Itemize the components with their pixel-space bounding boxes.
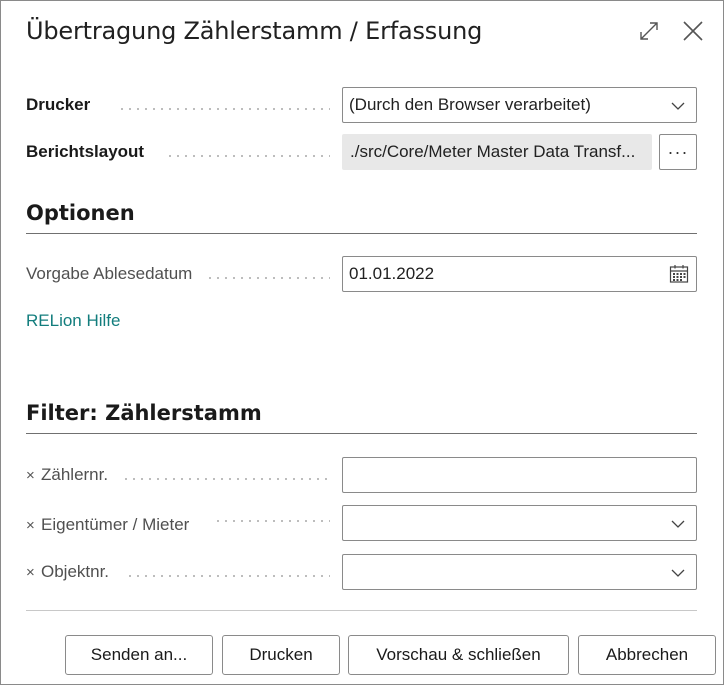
- preview-close-button[interactable]: Vorschau & schließen: [348, 635, 569, 675]
- calendar-icon[interactable]: [669, 264, 689, 284]
- filter-label: × Zählernr.: [26, 457, 108, 493]
- meter-no-filter-input[interactable]: [342, 457, 697, 493]
- remove-filter-icon[interactable]: ×: [26, 555, 38, 591]
- chevron-down-icon: [671, 520, 685, 528]
- object-no-filter-select[interactable]: [342, 554, 697, 590]
- options-heading: Optionen: [26, 201, 697, 234]
- expand-button[interactable]: [635, 17, 663, 45]
- filter-row: × Eigentümer / Mieter: [26, 505, 697, 541]
- filter-label-text: Zählernr.: [41, 465, 109, 484]
- close-icon: [683, 21, 703, 41]
- chevron-down-icon: [671, 569, 685, 577]
- printer-value: (Durch den Browser verarbeitet): [349, 95, 591, 114]
- dot-leader: [122, 478, 330, 480]
- filter-label: × Objektnr.: [26, 554, 109, 590]
- filter-label-text: Objektnr.: [41, 562, 110, 581]
- reading-date-row: Vorgabe Ablesedatum 01.01.2022: [26, 256, 697, 292]
- reading-date-input[interactable]: 01.01.2022: [342, 256, 697, 292]
- print-button[interactable]: Drucken: [222, 635, 340, 675]
- dot-leader: [166, 155, 330, 157]
- close-button[interactable]: [679, 17, 707, 45]
- remove-filter-icon[interactable]: ×: [26, 458, 38, 494]
- filter-heading: Filter: Zählerstamm: [26, 401, 697, 434]
- dot-leader: [206, 277, 330, 279]
- printer-label: Drucker: [26, 95, 91, 114]
- filter-row: × Zählernr.: [26, 457, 697, 493]
- cancel-button[interactable]: Abbrechen: [578, 635, 716, 675]
- expand-icon: [640, 22, 658, 40]
- send-to-button[interactable]: Senden an...: [65, 635, 213, 675]
- report-layout-row: Berichtslayout ./src/Core/Meter Master D…: [26, 134, 697, 170]
- filter-label-text: Eigentümer / Mieter: [41, 515, 190, 534]
- printer-row: Drucker (Durch den Browser verarbeitet): [26, 87, 697, 123]
- footer-divider: [26, 610, 697, 611]
- dot-leader: [126, 575, 330, 577]
- dialog-title: Übertragung Zählerstamm / Erfassung: [26, 17, 483, 45]
- reading-date-value: 01.01.2022: [349, 264, 435, 283]
- remove-filter-icon[interactable]: ×: [26, 508, 38, 544]
- filter-label: × Eigentümer / Mieter: [26, 507, 189, 543]
- reading-date-label: Vorgabe Ablesedatum: [26, 264, 193, 283]
- filter-row: × Objektnr.: [26, 554, 697, 590]
- report-layout-lookup-button[interactable]: ···: [659, 134, 697, 170]
- relion-help-link[interactable]: RELion Hilfe: [26, 311, 121, 331]
- printer-select[interactable]: (Durch den Browser verarbeitet): [342, 87, 697, 123]
- report-layout-label: Berichtslayout: [26, 142, 145, 161]
- dot-leader: [214, 520, 330, 522]
- chevron-down-icon: [671, 102, 685, 110]
- report-layout-value: ./src/Core/Meter Master Data Transf...: [342, 134, 652, 170]
- dot-leader: [118, 108, 330, 110]
- report-request-dialog: Übertragung Zählerstamm / Erfassung Druc…: [0, 0, 724, 685]
- owner-tenant-filter-select[interactable]: [342, 505, 697, 541]
